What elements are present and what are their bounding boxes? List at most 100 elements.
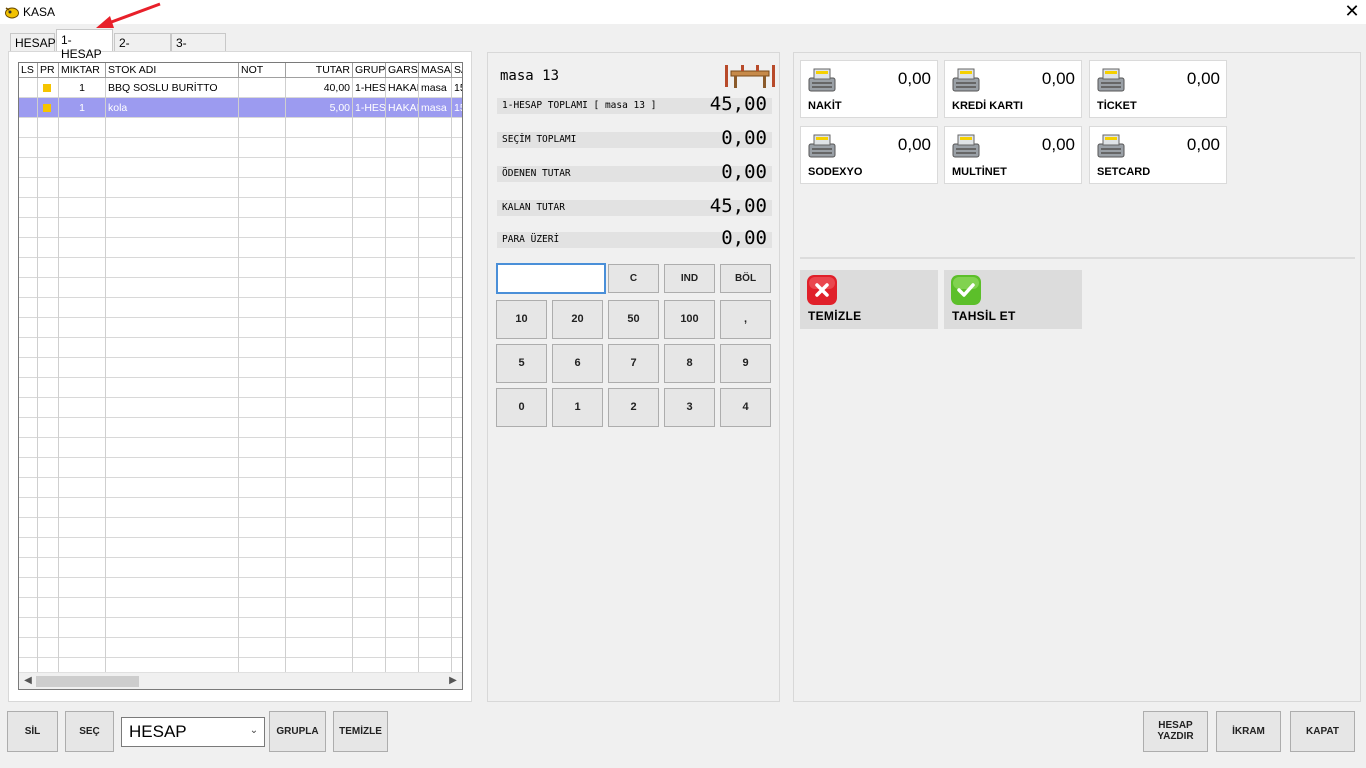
cell-miktar[interactable]: [59, 478, 106, 498]
cell-pr[interactable]: [38, 458, 59, 478]
cell-tutar[interactable]: [286, 218, 353, 238]
cell-tutar[interactable]: [286, 538, 353, 558]
cell-sa[interactable]: [452, 598, 462, 618]
cell-miktar[interactable]: [59, 458, 106, 478]
cell-tutar[interactable]: [286, 238, 353, 258]
cell-pr[interactable]: [38, 138, 59, 158]
cell-miktar[interactable]: [59, 538, 106, 558]
cell-pr[interactable]: [38, 418, 59, 438]
table-row[interactable]: [19, 578, 462, 598]
cell-ls[interactable]: [19, 598, 38, 618]
cell-masa[interactable]: [419, 378, 452, 398]
cell-masa[interactable]: [419, 498, 452, 518]
collect-payment-button[interactable]: TAHSİL ET: [944, 270, 1082, 329]
cell-ls[interactable]: [19, 398, 38, 418]
cell-miktar[interactable]: [59, 618, 106, 638]
table-row[interactable]: [19, 138, 462, 158]
cell-tutar[interactable]: [286, 398, 353, 418]
delete-button[interactable]: SİL: [7, 711, 58, 752]
cell-masa[interactable]: [419, 518, 452, 538]
clear-button[interactable]: TEMİZLE: [333, 711, 388, 752]
cell-grup[interactable]: [353, 498, 386, 518]
cell-masa[interactable]: [419, 158, 452, 178]
cell-gars[interactable]: [386, 298, 419, 318]
close-button[interactable]: KAPAT: [1290, 711, 1355, 752]
cell-grup[interactable]: [353, 458, 386, 478]
numpad-key[interactable]: 8: [664, 344, 715, 383]
cell-pr[interactable]: [38, 518, 59, 538]
cell-grup[interactable]: [353, 558, 386, 578]
cell-grup[interactable]: [353, 478, 386, 498]
cell-masa[interactable]: [419, 118, 452, 138]
cell-grup[interactable]: [353, 298, 386, 318]
cell-sa[interactable]: [452, 158, 462, 178]
cell-masa[interactable]: [419, 398, 452, 418]
numpad-key[interactable]: 100: [664, 300, 715, 339]
clear-payments-button[interactable]: TEMİZLE: [800, 270, 938, 329]
cell-grup[interactable]: [353, 158, 386, 178]
cell-miktar[interactable]: [59, 558, 106, 578]
cell-not[interactable]: [239, 298, 286, 318]
cell-sa[interactable]: [452, 198, 462, 218]
cell-pr[interactable]: [38, 598, 59, 618]
cell-stok-adi[interactable]: [106, 278, 239, 298]
cell-tutar[interactable]: [286, 338, 353, 358]
table-row[interactable]: [19, 378, 462, 398]
cell-pr[interactable]: [38, 98, 59, 118]
table-row[interactable]: [19, 178, 462, 198]
cell-gars[interactable]: [386, 598, 419, 618]
cell-stok-adi[interactable]: [106, 538, 239, 558]
cell-miktar[interactable]: [59, 218, 106, 238]
cell-not[interactable]: [239, 518, 286, 538]
cell-pr[interactable]: [38, 398, 59, 418]
cell-pr[interactable]: [38, 198, 59, 218]
cell-stok-adi[interactable]: [106, 338, 239, 358]
cell-not[interactable]: [239, 358, 286, 378]
cell-miktar[interactable]: [59, 318, 106, 338]
cell-tutar[interactable]: [286, 318, 353, 338]
numpad-key[interactable]: 7: [608, 344, 659, 383]
cell-miktar[interactable]: 1: [59, 98, 106, 118]
table-row[interactable]: [19, 518, 462, 538]
table-row[interactable]: [19, 298, 462, 318]
cell-gars[interactable]: [386, 398, 419, 418]
cell-masa[interactable]: [419, 138, 452, 158]
payment-setcard-button[interactable]: 0,00 SETCARD: [1089, 126, 1227, 184]
cell-masa[interactable]: [419, 578, 452, 598]
cell-stok-adi[interactable]: [106, 438, 239, 458]
clear-c-button[interactable]: C: [608, 264, 659, 293]
cell-not[interactable]: [239, 638, 286, 658]
cell-miktar[interactable]: [59, 358, 106, 378]
cell-stok-adi[interactable]: [106, 118, 239, 138]
cell-ls[interactable]: [19, 438, 38, 458]
cell-stok-adi[interactable]: [106, 238, 239, 258]
cell-masa[interactable]: [419, 458, 452, 478]
cell-ls[interactable]: [19, 338, 38, 358]
cell-pr[interactable]: [38, 438, 59, 458]
select-button[interactable]: SEÇ: [65, 711, 114, 752]
cell-stok-adi[interactable]: [106, 518, 239, 538]
cell-pr[interactable]: [38, 578, 59, 598]
cell-masa[interactable]: [419, 418, 452, 438]
cell-gars[interactable]: [386, 378, 419, 398]
cell-gars[interactable]: [386, 518, 419, 538]
table-row[interactable]: [19, 418, 462, 438]
cell-gars[interactable]: [386, 198, 419, 218]
cell-not[interactable]: [239, 338, 286, 358]
cell-masa[interactable]: [419, 638, 452, 658]
table-row[interactable]: [19, 338, 462, 358]
cell-miktar[interactable]: [59, 258, 106, 278]
cell-stok-adi[interactable]: [106, 638, 239, 658]
cell-grup[interactable]: [353, 538, 386, 558]
cell-not[interactable]: [239, 78, 286, 98]
cell-gars[interactable]: [386, 458, 419, 478]
cell-grup[interactable]: [353, 418, 386, 438]
cell-sa[interactable]: [452, 338, 462, 358]
cell-gars[interactable]: [386, 258, 419, 278]
numpad-key[interactable]: 1: [552, 388, 603, 427]
cell-masa[interactable]: [419, 258, 452, 278]
cell-not[interactable]: [239, 578, 286, 598]
cell-sa[interactable]: [452, 318, 462, 338]
cell-miktar[interactable]: [59, 378, 106, 398]
table-row[interactable]: [19, 358, 462, 378]
